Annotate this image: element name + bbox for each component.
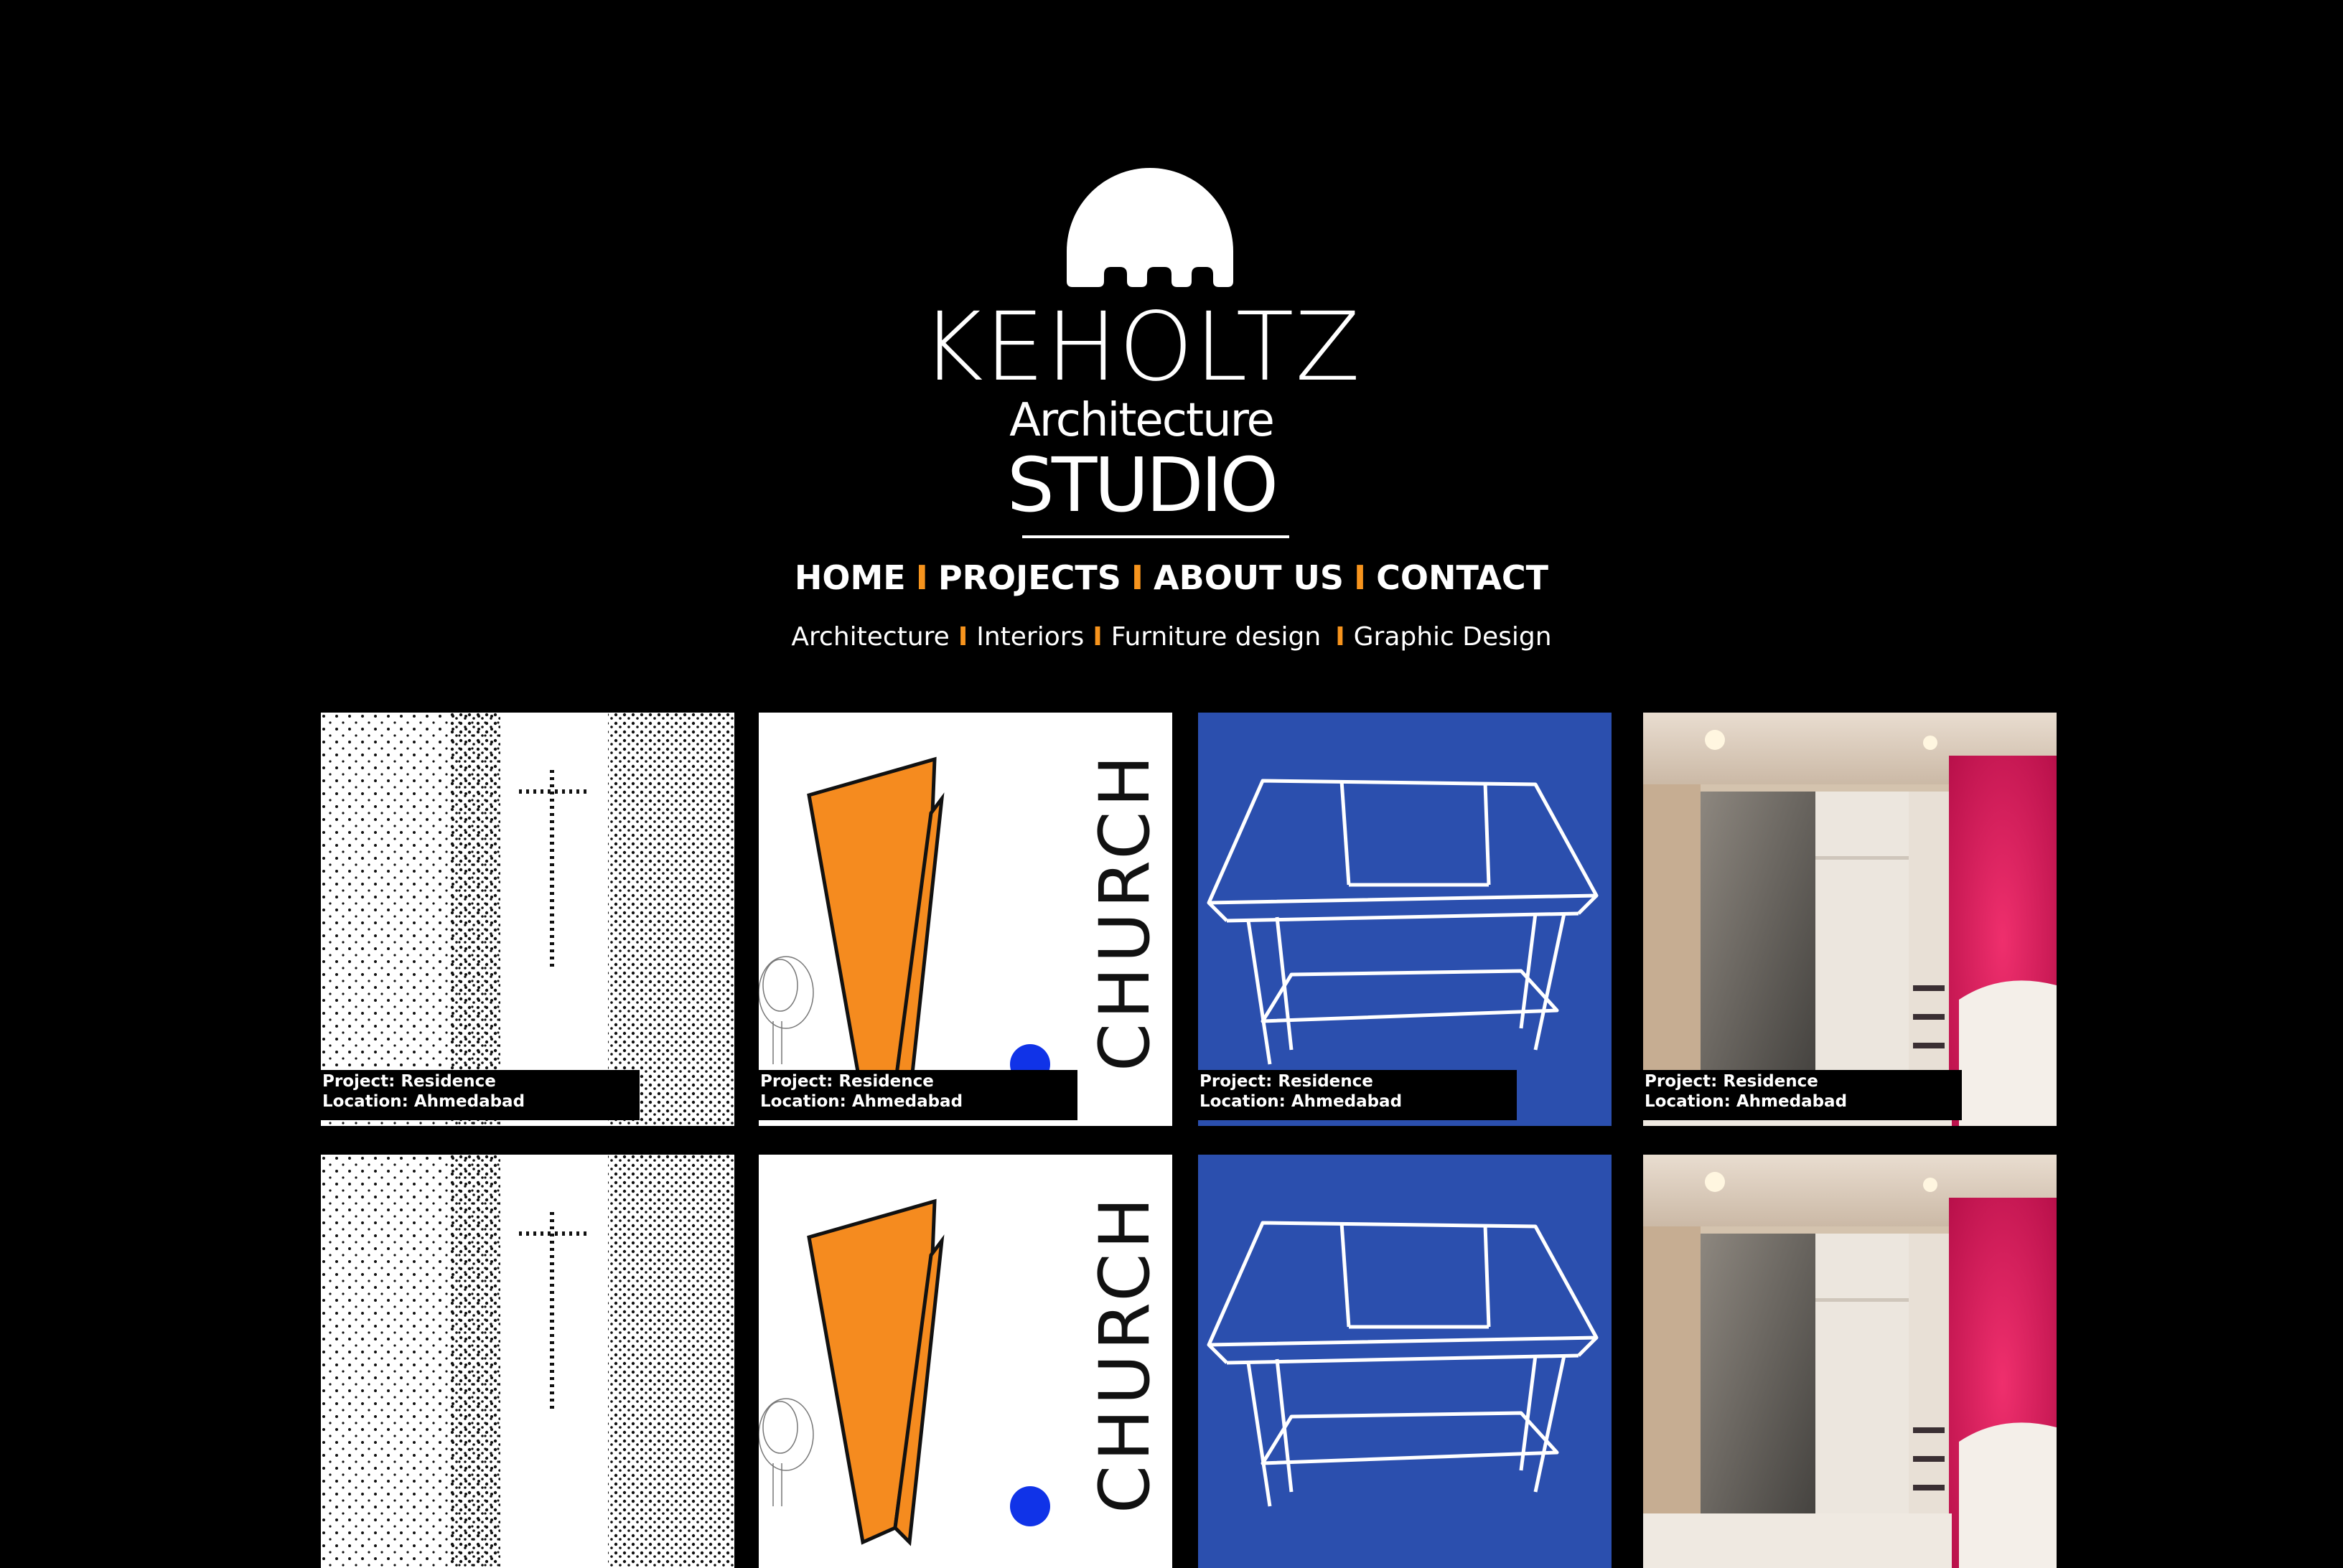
project-location: Location: Ahmedabad	[1645, 1092, 1848, 1111]
project-tile[interactable]: CHURCH Project: Residence Location: Ahmeda…	[759, 713, 1172, 1126]
poster-title: CHURCH	[1085, 1193, 1165, 1513]
project-name: Project: Residence	[1199, 1072, 1373, 1091]
project-tile[interactable]	[1643, 1155, 2057, 1568]
table-sketch-blue-image	[1198, 713, 1612, 1126]
brand-studio: STUDIO	[1006, 441, 1278, 529]
nav-separator: I	[1131, 558, 1144, 597]
project-caption: Project: Residence Location: Ahmedabad	[1198, 1070, 1517, 1120]
project-tile[interactable]: Project: Residence Location: Ahmedabad	[1643, 713, 2057, 1126]
dotted-cross-drawing-image	[321, 713, 734, 1126]
nav-projects[interactable]: PROJECTS	[932, 553, 1127, 603]
bedroom-wardrobe-photo-image	[1643, 713, 2057, 1126]
project-name: Project: Residence	[1645, 1072, 1818, 1091]
category-separator: I	[958, 622, 968, 652]
brand-underline	[1022, 535, 1289, 538]
nav-contact[interactable]: CONTACT	[1370, 553, 1554, 603]
project-caption: Project: Residence Location: Ahmedabad	[1643, 1070, 1962, 1120]
category-interiors[interactable]: Interiors	[972, 616, 1088, 659]
brand-wordmark: KEHOLTZ	[921, 292, 1362, 403]
project-tile[interactable]: Project: Residence Location: Ahmedabad	[1198, 713, 1612, 1126]
project-tile[interactable]	[321, 1155, 734, 1568]
project-tile[interactable]: Project: Residence Location: Ahmedabad	[321, 713, 734, 1126]
category-navigation: Architecture I Interiors I Furniture design I…	[0, 616, 2343, 659]
dotted-cross-drawing-image	[321, 1155, 734, 1568]
brand-subtitle: Architecture	[1009, 394, 1275, 447]
project-location: Location: Ahmedabad	[322, 1092, 525, 1111]
bedroom-wardrobe-photo-image	[1643, 1155, 2057, 1568]
project-caption: Project: Residence Location: Ahmedabad	[759, 1070, 1077, 1120]
project-location: Location: Ahmedabad	[760, 1092, 963, 1111]
brand-logo[interactable]: KEHOLTZ Architecture STUDIO	[919, 166, 1364, 540]
project-name: Project: Residence	[760, 1072, 934, 1091]
nav-home[interactable]: HOME	[789, 553, 912, 603]
nav-separator: I	[915, 558, 928, 597]
project-location: Location: Ahmedabad	[1199, 1092, 1403, 1111]
main-navigation: HOME I PROJECTS I ABOUT US I CONTACT	[0, 553, 2343, 603]
category-architecture[interactable]: Architecture	[787, 616, 953, 659]
category-separator: I	[1335, 622, 1345, 652]
category-separator: I	[1093, 622, 1103, 652]
dome-logo-icon	[1067, 168, 1233, 287]
nav-separator: I	[1354, 558, 1367, 597]
category-graphic-design[interactable]: Graphic Design	[1350, 616, 1556, 659]
poster-title: CHURCH	[1085, 751, 1165, 1071]
category-furniture-design[interactable]: Furniture design	[1107, 616, 1326, 659]
nav-about-us[interactable]: ABOUT US	[1148, 553, 1350, 603]
project-caption: Project: Residence Location: Ahmedabad	[321, 1070, 640, 1120]
table-sketch-blue-image	[1198, 1155, 1612, 1568]
project-tile[interactable]: CHURCH	[759, 1155, 1172, 1568]
project-tile[interactable]	[1198, 1155, 1612, 1568]
project-name: Project: Residence	[322, 1072, 496, 1091]
